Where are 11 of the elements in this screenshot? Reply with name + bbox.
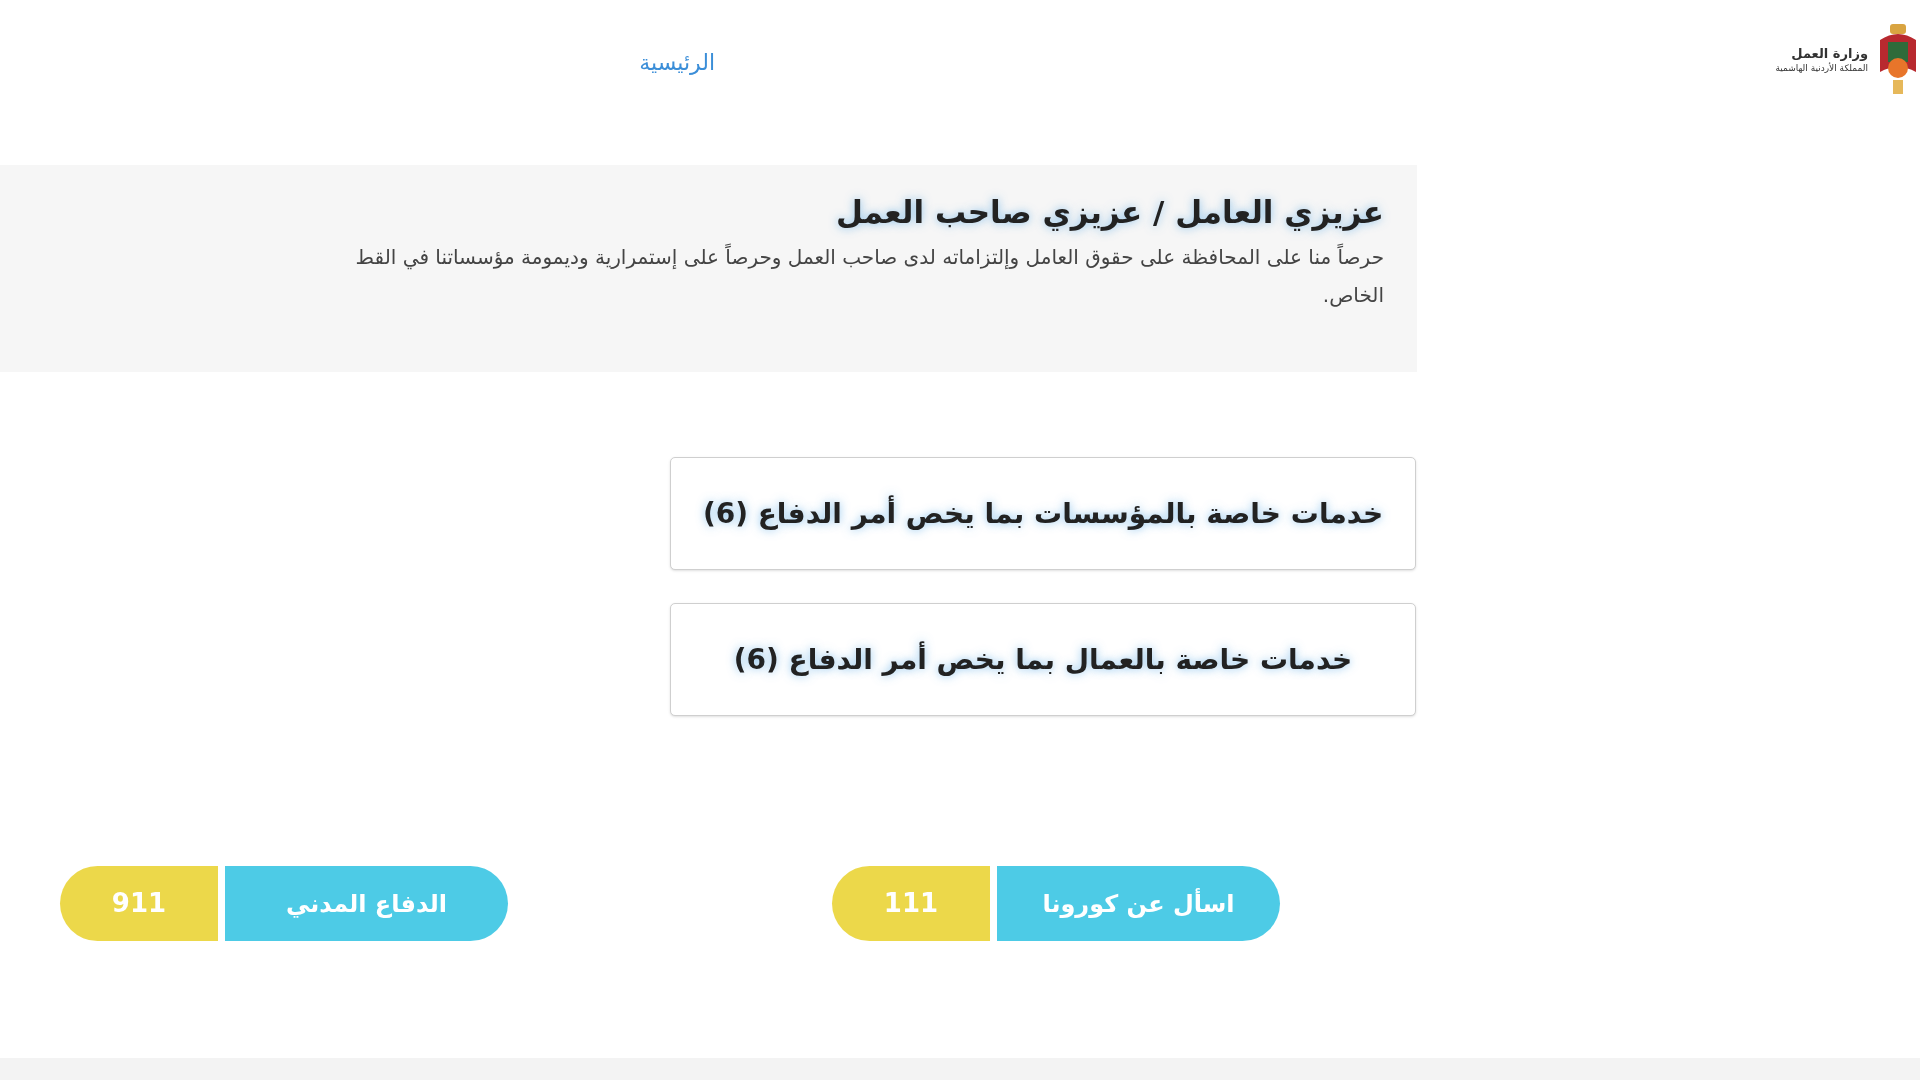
- hotline-number[interactable]: 911: [60, 866, 218, 941]
- hotline-button[interactable]: الدفاع المدني: [225, 866, 508, 941]
- logo-subtitle: المملكة الأردنية الهاشمية: [1775, 62, 1868, 74]
- hotline-number[interactable]: 111: [832, 866, 990, 941]
- nav-link[interactable]: الرئيسية: [639, 46, 715, 79]
- hotline-button[interactable]: اسأل عن كورونا: [997, 866, 1280, 941]
- service-button[interactable]: خدمات خاصة بالمؤسسات بما يخص أمر الدفاع (6): [670, 457, 1416, 570]
- intro-paragraph: حرصاً منا على المحافظة على حقوق العامل وإلتزاماته لدى صاحب العمل وحرصاً على إستمرارية وديمومة مؤسساتنا في القط الخاص.: [355, 242, 1384, 309]
- intro-title: عزيزي العامل / عزيزي صاحب العمل: [835, 193, 1384, 233]
- service-button[interactable]: خدمات خاصة بالعمال بما يخص أمر الدفاع (6): [670, 603, 1416, 716]
- logo-title: وزارة العمل: [1790, 46, 1868, 62]
